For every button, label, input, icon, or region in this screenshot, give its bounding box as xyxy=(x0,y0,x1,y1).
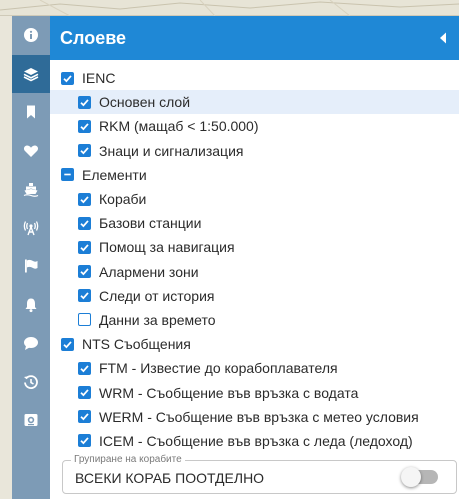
layer-label: Кораби xyxy=(99,191,147,208)
layers-icon[interactable] xyxy=(12,54,50,93)
layer-checkbox[interactable] xyxy=(78,216,91,230)
flag-icon[interactable] xyxy=(12,247,50,286)
video-icon[interactable] xyxy=(12,401,50,440)
panel-title: Слоеве xyxy=(60,27,127,48)
layer-tree: IENC Основен слой RKM (мащаб < 1:50.000) Зн… xyxy=(50,60,459,453)
layer-row[interactable]: Данни за времето xyxy=(50,308,459,332)
layer-label: Основен слой xyxy=(99,94,191,111)
layer-label: IENC xyxy=(82,70,116,87)
layer-label: WERM - Съобщение във връзка с метео усло… xyxy=(99,408,419,425)
layer-checkbox[interactable] xyxy=(78,119,91,133)
layer-row[interactable]: Основен слой xyxy=(50,90,459,115)
layer-label: Знаци и сигнализация xyxy=(99,142,244,159)
layer-checkbox[interactable] xyxy=(78,289,91,303)
layers-panel: Слоеве IENC Основен слой RKM (мащаб < 1:50… xyxy=(50,16,459,499)
layer-row[interactable]: Алармени зони xyxy=(50,260,459,284)
layer-label: Следи от история xyxy=(99,287,215,304)
chevron-left-icon[interactable] xyxy=(437,31,449,45)
layer-row[interactable]: WERM - Съобщение във връзка с метео усло… xyxy=(50,405,459,429)
map-background xyxy=(0,0,459,16)
layer-row[interactable]: Знаци и сигнализация xyxy=(50,139,459,163)
toggle-knob[interactable] xyxy=(401,467,421,487)
layer-checkbox[interactable] xyxy=(78,434,91,448)
layer-label: NTS Съобщения xyxy=(82,336,191,353)
layer-checkbox[interactable] xyxy=(78,313,91,327)
layer-label: ICEM - Съобщение във връзка с леда (ледо… xyxy=(99,432,413,449)
layer-checkbox[interactable] xyxy=(78,410,91,424)
side-rail xyxy=(12,16,50,499)
info-icon[interactable] xyxy=(12,16,50,55)
chat-icon[interactable] xyxy=(12,324,50,363)
panel-header: Слоеве xyxy=(50,16,459,60)
layer-label: Алармени зони xyxy=(99,263,199,280)
partial-checkbox[interactable] xyxy=(61,168,74,182)
grouping-legend: Групиране на корабите xyxy=(71,454,185,465)
bell-icon[interactable] xyxy=(12,286,50,325)
grouping-toggle[interactable] xyxy=(401,467,438,487)
layer-row[interactable]: FTM - Известие до корабоплавателя xyxy=(50,356,459,380)
layer-row[interactable]: IENC xyxy=(50,66,459,90)
layer-label: Базови станции xyxy=(99,215,202,232)
layer-label: Помощ за навигация xyxy=(99,239,235,256)
history-icon[interactable] xyxy=(12,363,50,402)
layer-checkbox[interactable] xyxy=(78,144,91,158)
ship-icon[interactable] xyxy=(12,170,50,209)
layer-row[interactable]: Базови станции xyxy=(50,211,459,235)
layer-row[interactable]: NTS Съобщения xyxy=(50,332,459,356)
heart-icon[interactable] xyxy=(12,132,50,171)
bookmark-icon[interactable] xyxy=(12,93,50,132)
layer-checkbox[interactable] xyxy=(78,361,91,375)
layer-label: RKM (мащаб < 1:50.000) xyxy=(99,118,259,135)
layer-row[interactable]: Елементи xyxy=(50,163,459,187)
grouping-value: ВСЕКИ КОРАБ ПООТДЕЛНО xyxy=(75,470,265,486)
layer-row[interactable]: Помощ за навигация xyxy=(50,235,459,259)
layer-checkbox[interactable] xyxy=(61,71,74,85)
layer-row[interactable]: ICEM - Съобщение във връзка с леда (ледо… xyxy=(50,429,459,453)
layer-checkbox[interactable] xyxy=(78,265,91,279)
layer-checkbox[interactable] xyxy=(78,192,91,206)
layer-label: Данни за времето xyxy=(99,311,216,328)
layer-row[interactable]: Кораби xyxy=(50,187,459,211)
layer-checkbox[interactable] xyxy=(61,337,74,351)
layer-checkbox[interactable] xyxy=(78,386,91,400)
layer-checkbox[interactable] xyxy=(78,240,91,254)
ship-grouping-field[interactable]: Групиране на корабите ВСЕКИ КОРАБ ПООТДЕ… xyxy=(62,454,457,494)
layer-label: Елементи xyxy=(82,166,147,183)
layer-row[interactable]: WRM - Съобщение във връзка с водата xyxy=(50,380,459,404)
layer-row[interactable]: RKM (мащаб < 1:50.000) xyxy=(50,114,459,138)
layer-checkbox[interactable] xyxy=(78,95,91,109)
layer-label: WRM - Съобщение във връзка с водата xyxy=(99,384,359,401)
layer-label: FTM - Известие до корабоплавателя xyxy=(99,360,338,377)
antenna-icon[interactable] xyxy=(12,209,50,248)
layer-row[interactable]: Следи от история xyxy=(50,284,459,308)
